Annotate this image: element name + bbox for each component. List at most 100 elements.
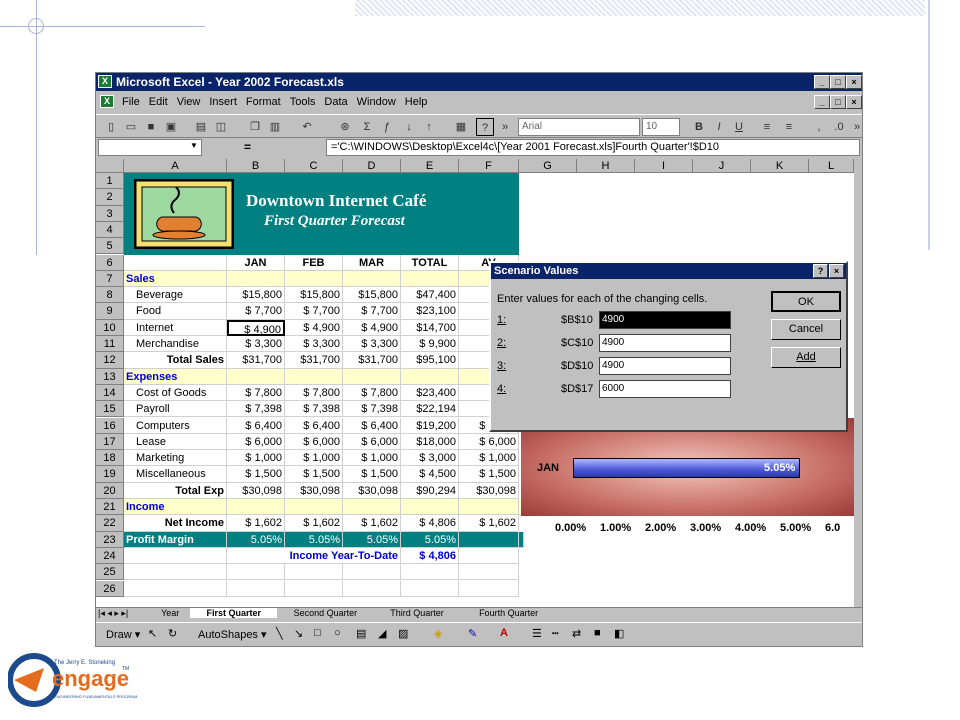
profit-margin-chart[interactable]: JAN 5.05% 0.00% 1.00% 2.00% 3.00% 4.00% 5.00%… — [521, 418, 854, 543]
row-header[interactable]: 1 — [96, 173, 124, 190]
cell-c22[interactable]: $ 1,602 — [285, 515, 343, 532]
cell-a12[interactable]: Total Sales — [124, 352, 227, 369]
3d-icon[interactable]: ◧ — [614, 627, 624, 640]
close-button[interactable]: × — [846, 75, 862, 89]
cell-a19[interactable]: Miscellaneous — [124, 466, 227, 483]
cell-e26[interactable] — [401, 580, 459, 597]
cell-c21[interactable] — [285, 499, 343, 516]
oval-icon[interactable]: ○ — [334, 627, 341, 639]
cell-e9[interactable]: $23,100 — [401, 303, 459, 320]
cell-b11[interactable]: $ 3,300 — [227, 336, 285, 353]
row-header[interactable]: 24 — [96, 547, 124, 565]
cell-a13[interactable]: Expenses — [124, 368, 227, 385]
row-header[interactable]: 8 — [96, 287, 124, 304]
scenario-value-input[interactable]: 4900 — [599, 357, 731, 375]
cell-e25[interactable] — [401, 564, 459, 581]
fill-color-icon[interactable]: ◈ — [434, 627, 442, 640]
row-header[interactable]: 18 — [96, 450, 124, 467]
cell-label[interactable]: Income Year-To-Date — [227, 547, 401, 565]
cell-f19[interactable]: $ 1,500 — [459, 466, 519, 483]
column-header-i[interactable]: I — [635, 159, 693, 173]
cell-f18[interactable]: $ 1,000 — [459, 450, 519, 467]
row-header[interactable]: 20 — [96, 482, 124, 499]
cell-b8[interactable]: $15,800 — [227, 287, 285, 304]
sheet-nav-arrows[interactable]: |◂ ◂ ▸ ▸| — [98, 608, 128, 619]
cell-c17[interactable]: $ 6,000 — [285, 433, 343, 451]
cell-f24[interactable] — [459, 547, 519, 565]
workbook-icon[interactable]: X — [100, 95, 114, 108]
sort-descending-icon[interactable]: ↑ — [420, 118, 438, 136]
sort-ascending-icon[interactable]: ↓ — [400, 118, 418, 136]
cell-d12[interactable]: $31,700 — [343, 352, 401, 369]
cell-d25[interactable] — [343, 564, 401, 581]
cell-e24[interactable]: $ 4,806 — [401, 547, 459, 565]
cell-f22[interactable]: $ 1,602 — [459, 515, 519, 532]
cell-c23[interactable]: 5.05% — [285, 531, 343, 548]
column-header-j[interactable]: J — [693, 159, 751, 173]
sheet-tab[interactable]: Third Quarter — [374, 608, 461, 618]
column-header-d[interactable]: D — [343, 159, 401, 173]
row-header[interactable]: 15 — [96, 401, 124, 418]
cell-d6[interactable]: MAR — [343, 254, 401, 271]
minimize-button[interactable]: _ — [814, 75, 830, 89]
row-header[interactable]: 5 — [96, 238, 124, 255]
rectangle-icon[interactable]: □ — [314, 627, 321, 639]
cell-c15[interactable]: $ 7,398 — [285, 401, 343, 418]
menu-edit[interactable]: Edit — [149, 96, 168, 108]
function-icon[interactable]: ƒ — [378, 118, 396, 136]
cell-e18[interactable]: $ 3,000 — [401, 450, 459, 467]
cell-f26[interactable] — [459, 580, 519, 597]
cell-a7[interactable]: Sales — [124, 270, 227, 288]
cell-a6[interactable] — [124, 254, 227, 271]
cell-b20[interactable]: $30,098 — [227, 482, 285, 499]
more-buttons-icon[interactable]: » — [496, 118, 514, 136]
row-header[interactable]: 26 — [96, 580, 124, 597]
column-header-c[interactable]: C — [285, 159, 343, 173]
cell-d13[interactable] — [343, 368, 401, 385]
row-header[interactable]: 7 — [96, 270, 124, 288]
cell-e22[interactable]: $ 4,806 — [401, 515, 459, 532]
cell-e13[interactable] — [401, 368, 459, 385]
cell-d9[interactable]: $ 7,700 — [343, 303, 401, 320]
cell-e12[interactable]: $95,100 — [401, 352, 459, 369]
cell-a21[interactable]: Income — [124, 499, 227, 516]
print-icon[interactable]: ▤ — [192, 118, 210, 136]
row-header[interactable]: 11 — [96, 336, 124, 353]
row-header[interactable]: 22 — [96, 515, 124, 532]
row-header[interactable]: 9 — [96, 303, 124, 320]
cell-a25[interactable] — [124, 564, 227, 581]
menu-tools[interactable]: Tools — [290, 96, 316, 108]
arrow-style-icon[interactable]: ⇄ — [572, 627, 581, 640]
cell-b25[interactable] — [227, 564, 285, 581]
align-center-icon[interactable]: ≡ — [780, 118, 798, 136]
cell-a24[interactable] — [124, 547, 227, 565]
cell-d15[interactable]: $ 7,398 — [343, 401, 401, 418]
dash-style-icon[interactable]: ┅ — [552, 627, 559, 640]
new-icon[interactable]: ▯ — [102, 118, 120, 136]
cell-d26[interactable] — [343, 580, 401, 597]
column-header-h[interactable]: H — [577, 159, 635, 173]
cell-e21[interactable] — [401, 499, 459, 516]
menu-help[interactable]: Help — [405, 96, 428, 108]
permission-icon[interactable]: ▣ — [162, 118, 180, 136]
cell-e14[interactable]: $23,400 — [401, 384, 459, 402]
cell-a11[interactable]: Merchandise — [124, 336, 227, 353]
textbox-icon[interactable]: ▤ — [356, 627, 366, 640]
cell-d8[interactable]: $15,800 — [343, 287, 401, 304]
cell-c25[interactable] — [285, 564, 343, 581]
menu-window[interactable]: Window — [357, 96, 396, 108]
row-header[interactable]: 17 — [96, 433, 124, 451]
undo-icon[interactable]: ↶ — [298, 118, 316, 136]
name-box[interactable] — [98, 139, 202, 156]
autosum-icon[interactable]: Σ — [358, 118, 376, 136]
cell-d21[interactable] — [343, 499, 401, 516]
cell-a20[interactable]: Total Exp — [124, 482, 227, 499]
font-size-select[interactable]: 10 — [642, 118, 680, 136]
cell-a14[interactable]: Cost of Goods — [124, 384, 227, 402]
shadow-icon[interactable]: ■ — [594, 627, 601, 639]
paste-icon[interactable]: ▥ — [266, 118, 284, 136]
cell-a8[interactable]: Beverage — [124, 287, 227, 304]
dialog-help-button[interactable]: ? — [813, 264, 828, 278]
menu-format[interactable]: Format — [246, 96, 281, 108]
cell-e19[interactable]: $ 4,500 — [401, 466, 459, 483]
